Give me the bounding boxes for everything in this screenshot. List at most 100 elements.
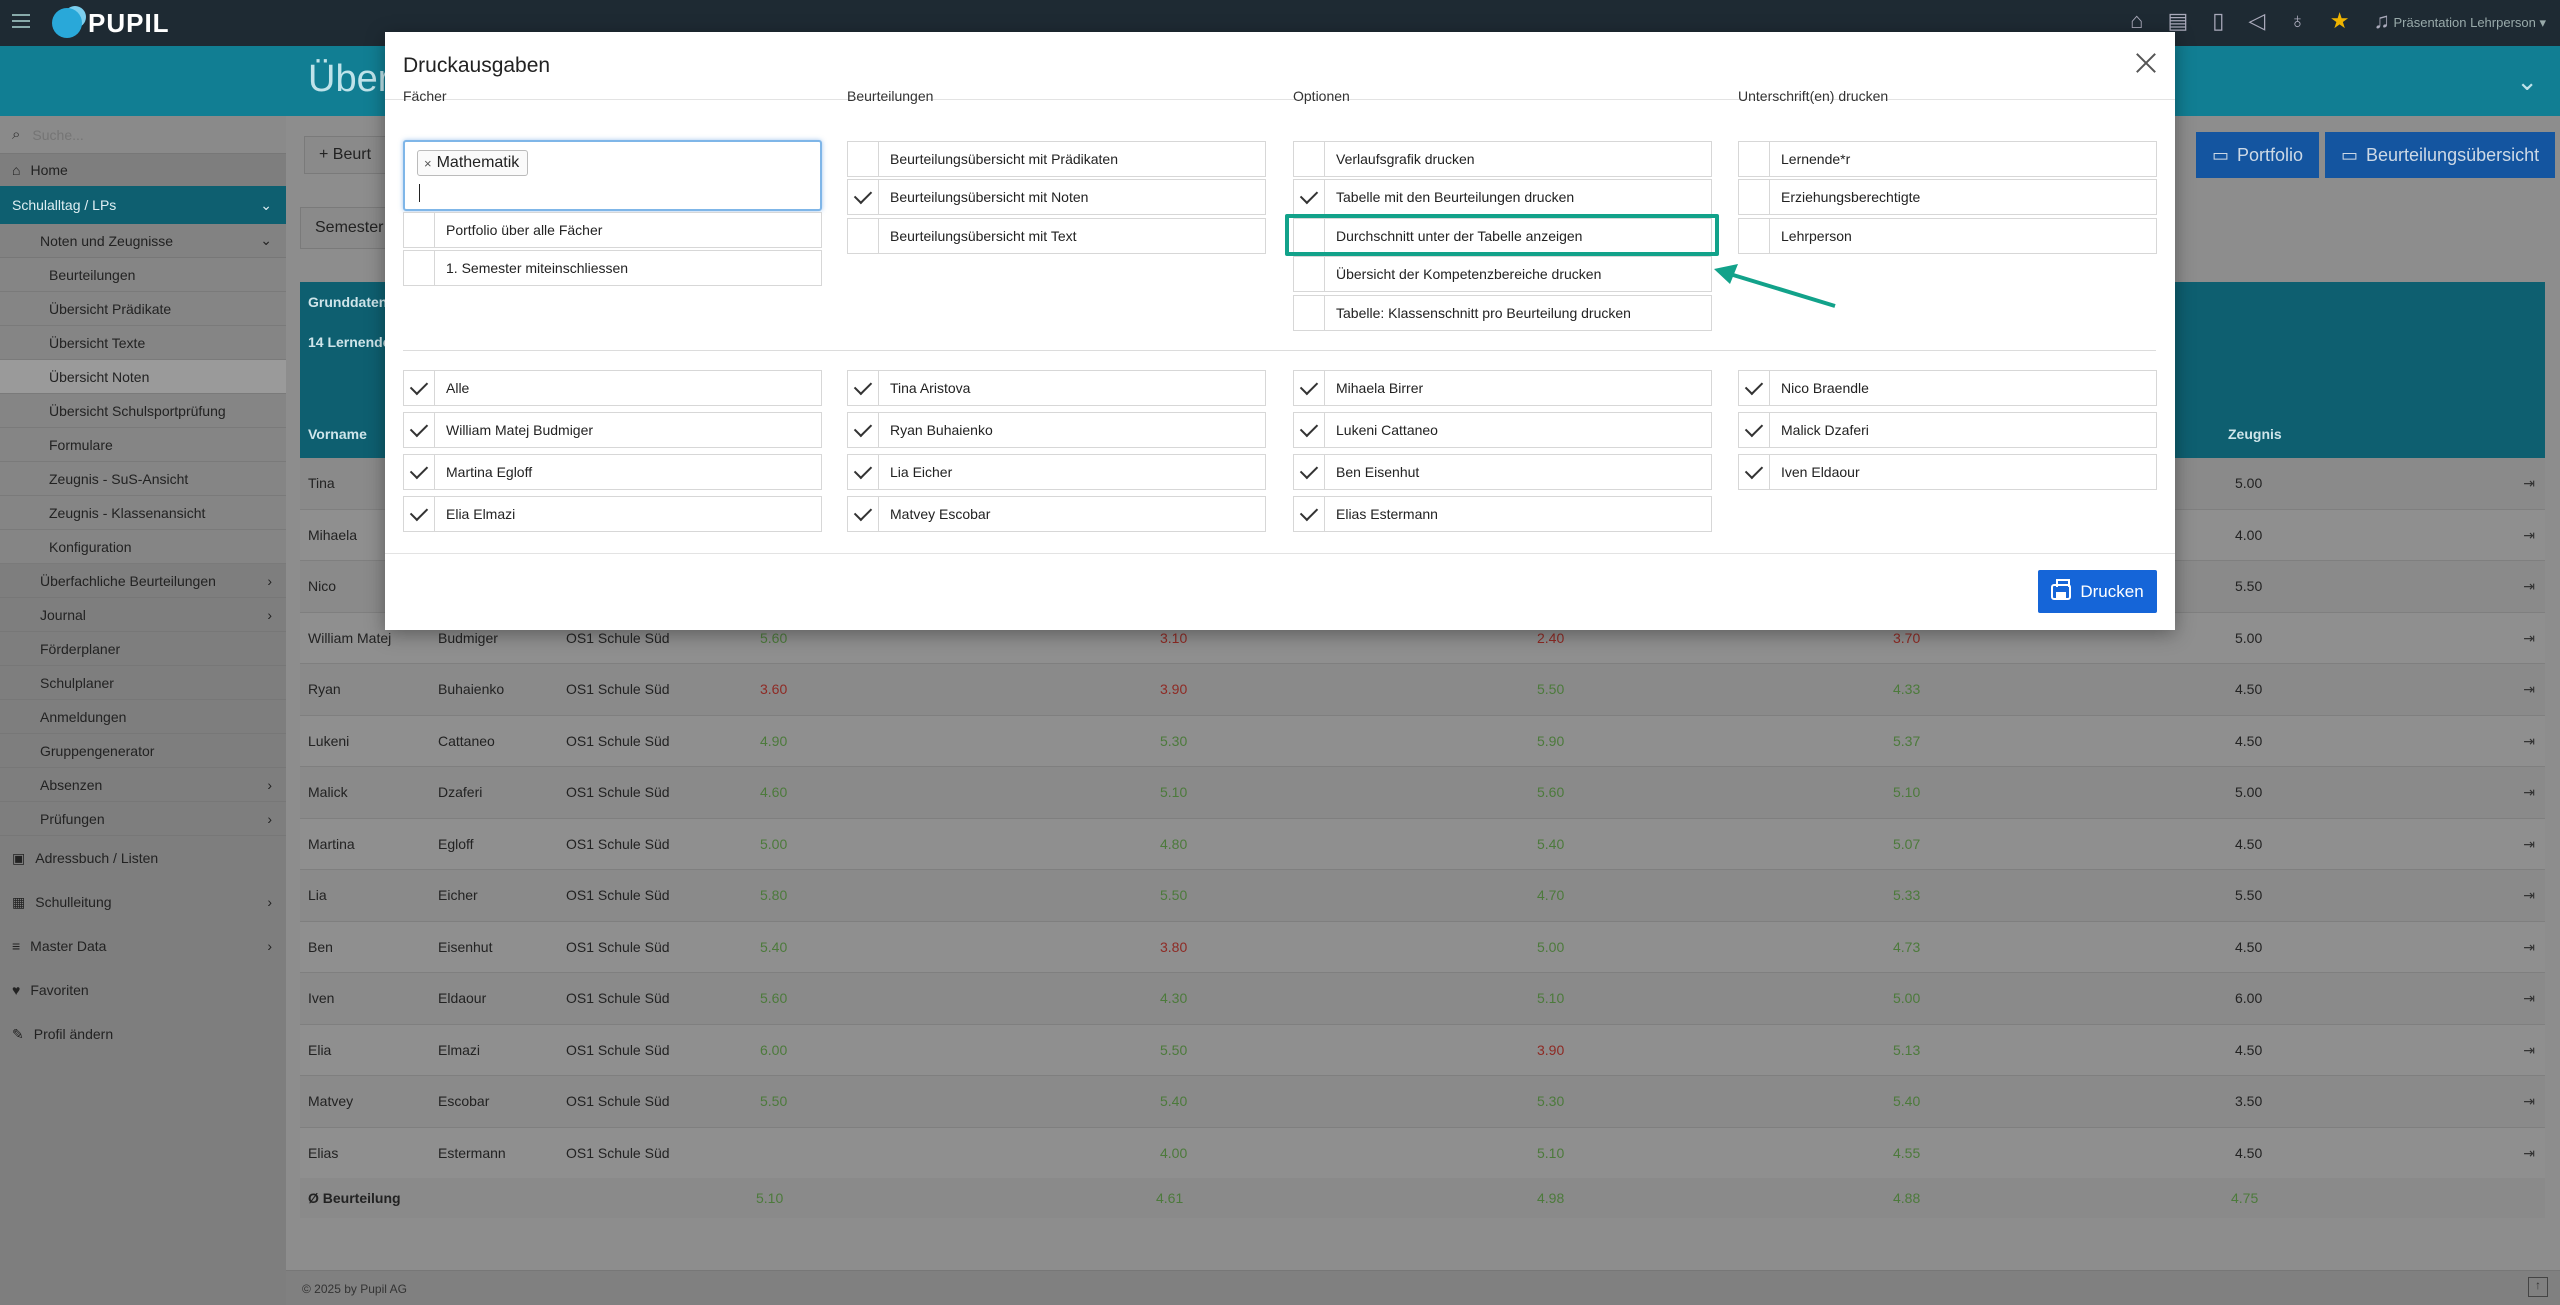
option-portfolio-all-subjects[interactable]: Portfolio über alle Fächer <box>403 212 822 248</box>
student-checkbox[interactable]: Lia Eicher <box>847 454 1266 490</box>
sidebar-subitem[interactable]: Übersicht Schulsportprüfung <box>0 394 286 428</box>
sidebar-subitem[interactable]: Übersicht Prädikate <box>0 292 286 326</box>
sidebar-item[interactable]: Journal › <box>0 598 286 632</box>
checkbox[interactable] <box>1739 142 1770 176</box>
student-checkbox[interactable]: Elias Estermann <box>1293 496 1712 532</box>
home-icon[interactable]: ⌂ <box>2130 8 2143 34</box>
sidebar-item-noten-zeugnisse[interactable]: Noten und Zeugnisse ⌄ <box>0 224 286 258</box>
option-overview-text[interactable]: Beurteilungsübersicht mit Text <box>847 218 1266 254</box>
option-sign-lernende[interactable]: Lernende*r <box>1738 141 2157 177</box>
option-overview-praedikate[interactable]: Beurteilungsübersicht mit Prädikaten <box>847 141 1266 177</box>
scroll-top-icon[interactable]: ↑ <box>2528 1277 2548 1297</box>
lightbulb-icon[interactable]: ♁ <box>2289 8 2306 34</box>
user-menu[interactable]: Präsentation Lehrperson ▾ <box>2393 15 2546 31</box>
student-checkbox[interactable]: Lukeni Cattaneo <box>1293 412 1712 448</box>
option-verlaufsgrafik[interactable]: Verlaufsgrafik drucken <box>1293 141 1712 177</box>
checkbox-checked[interactable] <box>1294 455 1325 489</box>
student-checkbox[interactable]: Malick Dzaferi <box>1738 412 2157 448</box>
checkbox-checked[interactable] <box>848 371 879 405</box>
book-icon[interactable]: ▯ <box>2212 8 2224 34</box>
sidebar-item[interactable]: Prüfungen › <box>0 802 286 836</box>
checkbox-checked[interactable] <box>848 497 879 531</box>
sidebar-item-master-data[interactable]: ≡ Master Data › <box>0 924 286 968</box>
megaphone-icon[interactable]: ◁ <box>2248 8 2265 34</box>
star-icon[interactable]: ★ <box>2330 8 2350 34</box>
checkbox-checked[interactable] <box>404 455 435 489</box>
student-checkbox[interactable]: William Matej Budmiger <box>403 412 822 448</box>
checkbox[interactable] <box>1294 296 1325 330</box>
student-checkbox[interactable]: Iven Eldaour <box>1738 454 2157 490</box>
sidebar-subitem[interactable]: Beurteilungen <box>0 258 286 292</box>
search-input[interactable] <box>30 125 251 144</box>
checkbox-checked[interactable] <box>1739 455 1770 489</box>
sidebar-item[interactable]: Anmeldungen <box>0 700 286 734</box>
sign-in-icon[interactable]: ⇥ <box>2523 836 2535 853</box>
checkbox-checked[interactable] <box>848 455 879 489</box>
sign-in-icon[interactable]: ⇥ <box>2523 475 2535 492</box>
sign-in-icon[interactable]: ⇥ <box>2523 1042 2535 1059</box>
sign-in-icon[interactable]: ⇥ <box>2523 887 2535 904</box>
option-include-semester[interactable]: 1. Semester miteinschliessen <box>403 250 822 286</box>
sidebar-item-profil[interactable]: ✎ Profil ändern <box>0 1012 286 1056</box>
menu-icon[interactable] <box>12 14 30 28</box>
chevron-down-icon[interactable]: ⌄ <box>2516 66 2538 97</box>
remove-tag-icon[interactable]: × <box>424 156 432 171</box>
close-icon[interactable] <box>2133 50 2159 76</box>
option-overview-noten[interactable]: Beurteilungsübersicht mit Noten <box>847 179 1266 215</box>
id-card-icon[interactable]: ▤ <box>2167 8 2188 34</box>
student-checkbox[interactable]: Ben Eisenhut <box>1293 454 1712 490</box>
sidebar-item[interactable]: Förderplaner <box>0 632 286 666</box>
student-select-all[interactable]: Alle <box>403 370 822 406</box>
print-button[interactable]: Drucken <box>2038 570 2157 613</box>
sidebar-subitem[interactable]: Zeugnis - SuS-Ansicht <box>0 462 286 496</box>
checkbox-checked[interactable] <box>1294 413 1325 447</box>
checkbox-checked[interactable] <box>404 371 435 405</box>
sidebar-item-adressbuch[interactable]: ▣ Adressbuch / Listen <box>0 836 286 880</box>
option-kompetenzbereiche[interactable]: Übersicht der Kompetenzbereiche drucken <box>1293 256 1712 292</box>
checkbox-checked[interactable] <box>848 180 879 214</box>
subject-tag-input[interactable]: × Mathematik <box>403 140 822 211</box>
checkbox-checked[interactable] <box>1294 497 1325 531</box>
student-checkbox[interactable]: Matvey Escobar <box>847 496 1266 532</box>
sidebar-item-favoriten[interactable]: ♥ Favoriten <box>0 968 286 1012</box>
sidebar-subitem[interactable]: Übersicht Texte <box>0 326 286 360</box>
checkbox[interactable] <box>848 219 879 253</box>
checkbox-checked[interactable] <box>1739 371 1770 405</box>
portfolio-button[interactable]: ▭ Portfolio <box>2196 132 2320 178</box>
student-checkbox[interactable]: Nico Braendle <box>1738 370 2157 406</box>
checkbox-checked[interactable] <box>404 413 435 447</box>
option-klassenschnitt[interactable]: Tabelle: Klassenschnitt pro Beurteilung … <box>1293 295 1712 331</box>
checkbox[interactable] <box>1294 257 1325 291</box>
sidebar-subitem[interactable]: Zeugnis - Klassenansicht <box>0 496 286 530</box>
overview-button[interactable]: ▭ Beurteilungsübersicht <box>2325 132 2556 178</box>
sidebar-item[interactable]: Schulplaner <box>0 666 286 700</box>
option-sign-erziehungsberechtigte[interactable]: Erziehungsberechtigte <box>1738 179 2157 215</box>
logo[interactable]: PUPIL <box>52 4 170 42</box>
checkbox-checked[interactable] <box>1739 413 1770 447</box>
checkbox-checked[interactable] <box>1294 180 1325 214</box>
student-checkbox[interactable]: Mihaela Birrer <box>1293 370 1712 406</box>
sidebar-item[interactable]: Gruppengenerator <box>0 734 286 768</box>
checkbox[interactable] <box>404 251 435 285</box>
sidebar-item[interactable]: Überfachliche Beurteilungen › <box>0 564 286 598</box>
sidebar-item-schulleitung[interactable]: ▦ Schulleitung › <box>0 880 286 924</box>
checkbox[interactable] <box>848 142 879 176</box>
sign-in-icon[interactable]: ⇥ <box>2523 784 2535 801</box>
sign-in-icon[interactable]: ⇥ <box>2523 630 2535 647</box>
student-checkbox[interactable]: Elia Elmazi <box>403 496 822 532</box>
checkbox-checked[interactable] <box>404 497 435 531</box>
sign-in-icon[interactable]: ⇥ <box>2523 681 2535 698</box>
sidebar-subitem-active[interactable]: Übersicht Noten <box>0 360 286 394</box>
checkbox-checked[interactable] <box>848 413 879 447</box>
sign-in-icon[interactable]: ⇥ <box>2523 733 2535 750</box>
student-checkbox[interactable]: Ryan Buhaienko <box>847 412 1266 448</box>
sign-in-icon[interactable]: ⇥ <box>2523 990 2535 1007</box>
semester-select[interactable]: Semester <box>300 207 399 249</box>
checkbox[interactable] <box>404 213 435 247</box>
student-checkbox[interactable]: Martina Egloff <box>403 454 822 490</box>
sidebar-item-schulalltag[interactable]: Schulalltag / LPs ⌄ <box>0 186 286 224</box>
sign-in-icon[interactable]: ⇥ <box>2523 527 2535 544</box>
sidebar-item-home[interactable]: ⌂ Home <box>0 154 286 186</box>
bell-icon[interactable]: ♫ <box>2374 8 2391 34</box>
checkbox-checked[interactable] <box>1294 371 1325 405</box>
